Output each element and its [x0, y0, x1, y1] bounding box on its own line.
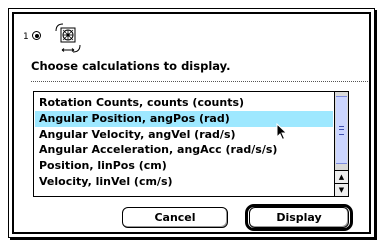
channel-radio-button[interactable] — [32, 31, 41, 40]
scroll-thumb[interactable] — [336, 96, 347, 164]
list-item[interactable]: Velocity, linVel (cm/s) — [35, 174, 333, 190]
list-scrollbar[interactable]: ▲ ▼ — [334, 92, 348, 196]
calculations-list: Rotation Counts, counts (counts) Angular… — [35, 95, 333, 190]
calculations-listbox[interactable]: Rotation Counts, counts (counts) Angular… — [33, 91, 349, 197]
calculations-dialog: 1 Choose calculations to display. Rotati… — [8, 8, 375, 238]
list-item[interactable]: Rotation Counts, counts (counts) — [35, 95, 333, 111]
scroll-up-arrow-icon[interactable]: ▲ — [335, 170, 348, 183]
list-item[interactable]: Position, linPos (cm) — [35, 158, 333, 174]
list-item-selected[interactable]: Angular Position, angPos (rad) — [35, 110, 333, 127]
mouse-pointer-icon — [276, 123, 288, 141]
sensor-header: 1 — [23, 21, 143, 55]
display-button[interactable]: Display — [249, 207, 349, 228]
scroll-thumb-grip-icon — [339, 126, 344, 135]
cancel-button[interactable]: Cancel — [122, 207, 228, 228]
list-item[interactable]: Angular Acceleration, angAcc (rad/s/s) — [35, 142, 333, 158]
channel-number: 1 — [23, 32, 29, 42]
scroll-down-arrow-icon[interactable]: ▼ — [335, 183, 348, 196]
divider — [31, 81, 368, 82]
rotary-motion-sensor-icon — [55, 23, 81, 53]
dialog-prompt: Choose calculations to display. — [31, 59, 231, 73]
list-item[interactable]: Angular Velocity, angVel (rad/s) — [35, 127, 333, 143]
